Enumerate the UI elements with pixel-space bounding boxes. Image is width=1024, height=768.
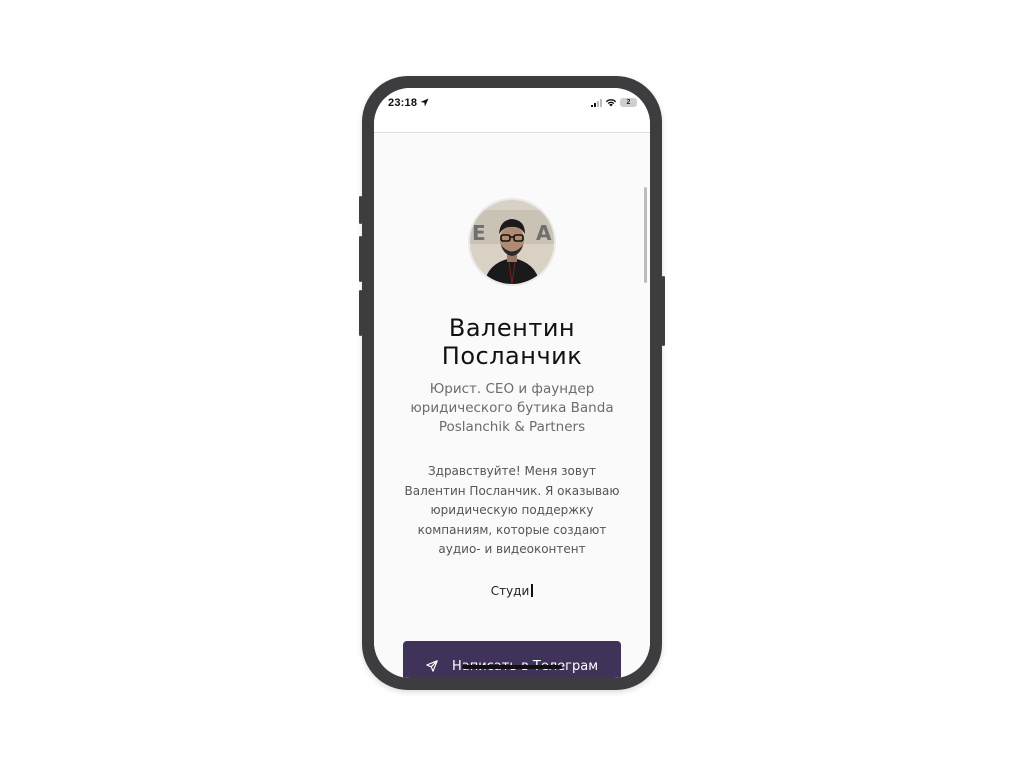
subtitle-line: Юрист. CEO и фаундер (429, 381, 595, 397)
profile-name-first: Валентин (448, 314, 576, 342)
subtitle-line: Poslanchik & Partners (438, 419, 586, 435)
status-time: 23:18 (388, 97, 418, 109)
profile-subtitle: Юрист. CEO и фаундер юридического бутика… (394, 380, 630, 437)
send-icon (426, 660, 438, 672)
phone-side-button (359, 236, 362, 282)
profile-name: Валентин Посланчик (374, 314, 650, 370)
typing-text: Студи (374, 584, 650, 598)
phone-side-button (359, 290, 362, 336)
about-line: Валентин Посланчик. Я оказываю (404, 483, 620, 498)
status-bar: 23:18 2 (374, 88, 650, 133)
location-arrow-icon (420, 98, 429, 107)
phone-screen: 23:18 2 E A Валентин Посланчик Юрист. CE… (374, 88, 650, 678)
avatar-photo: E A (470, 200, 554, 284)
phone-side-button (359, 196, 362, 224)
wifi-icon (605, 99, 617, 107)
about-line: Здравствуйте! Меня зовут (427, 464, 597, 478)
svg-text:E: E (472, 221, 486, 245)
about-line: юридическую поддержку (430, 503, 594, 517)
svg-text:A: A (536, 221, 552, 245)
telegram-button[interactable]: Написать в Телеграм (403, 641, 621, 678)
about-line: аудио- и видеоконтент (438, 542, 586, 556)
scrollbar[interactable] (644, 187, 647, 283)
text-cursor (531, 584, 534, 597)
signal-icon (591, 99, 602, 107)
home-indicator[interactable] (462, 665, 562, 669)
avatar: E A (470, 200, 554, 284)
phone-frame: 23:18 2 E A Валентин Посланчик Юрист. CE… (359, 76, 665, 690)
about-line: компаниям, которые создают (417, 522, 607, 537)
profile-about: Здравствуйте! Меня зовут Валентин Послан… (384, 462, 640, 560)
stage: 23:18 2 E A Валентин Посланчик Юрист. CE… (0, 0, 1024, 768)
typing-text-value: Студи (490, 584, 530, 598)
subtitle-line: юридического бутика Banda (410, 400, 614, 416)
battery-indicator: 2 (620, 98, 637, 107)
profile-name-last: Посланчик (441, 342, 583, 370)
phone-power-button (662, 276, 665, 346)
